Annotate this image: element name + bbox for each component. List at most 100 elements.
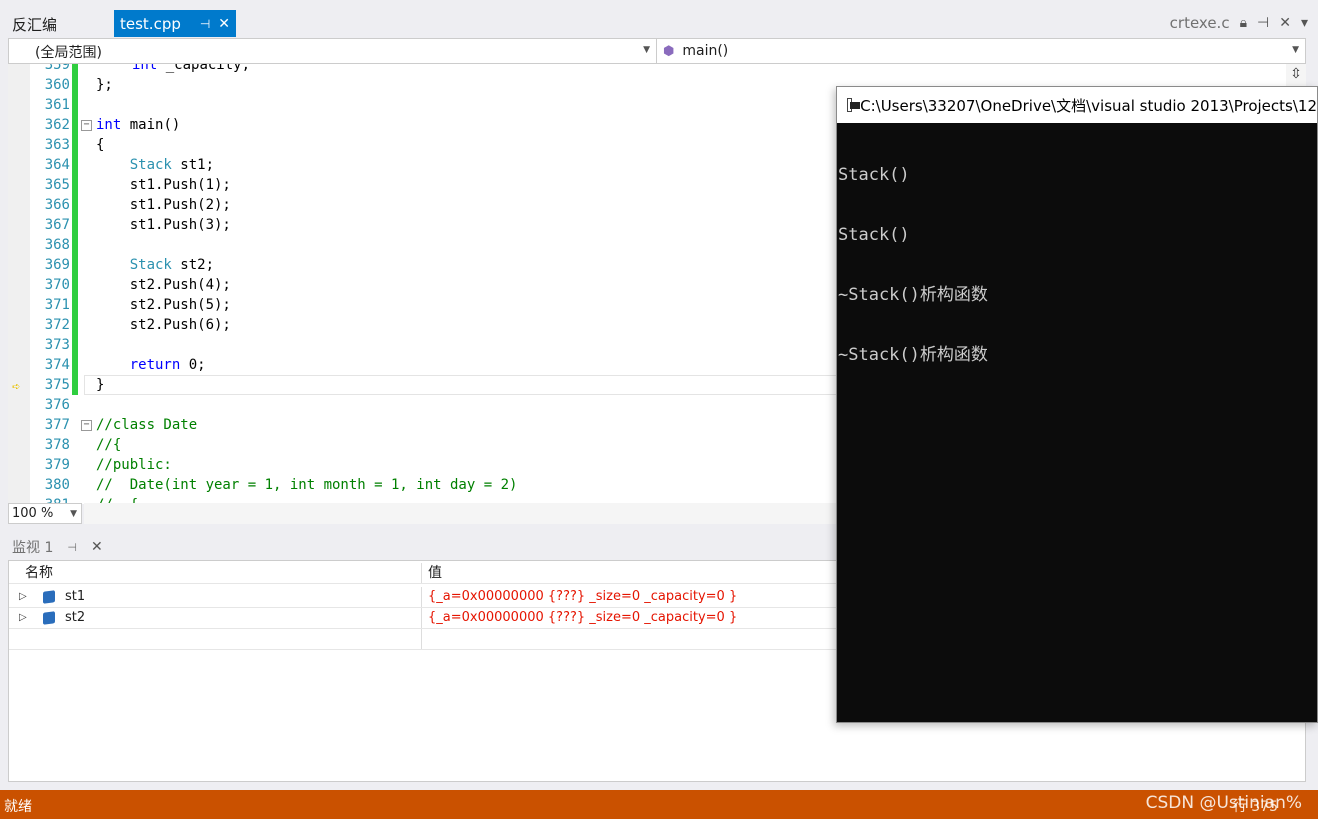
code-text: st2.Push(4);	[96, 277, 231, 293]
line-number: 377	[44, 417, 70, 433]
line-number: 365	[44, 177, 70, 193]
code-text: st2.Push(5);	[96, 297, 231, 313]
line-number: 359	[44, 64, 70, 73]
code-text: int _capacity;	[132, 64, 251, 73]
function-dropdown[interactable]: ⬢ main() ▼	[657, 39, 1305, 63]
lock-icon[interactable]: 🔒︎	[1240, 15, 1247, 31]
watermark: CSDN @Ustinian%	[1145, 793, 1302, 813]
console-line: Stack()	[838, 165, 910, 185]
console-window[interactable]: C:\Users\33207\OneDrive\文档\visual studio…	[836, 86, 1318, 723]
change-marker	[72, 175, 78, 195]
document-tab-strip: 反汇编 test.cpp ⊣ ✕ crtexe.c 🔒︎ ⊣ ✕ ▾	[0, 0, 1318, 37]
code-text: st2.Push(6);	[96, 317, 231, 333]
watch-title: 监视 1	[12, 540, 54, 556]
line-number: 380	[44, 477, 70, 493]
pin-icon[interactable]: ⊣	[200, 17, 210, 31]
split-icon[interactable]: ⇳	[1288, 66, 1304, 84]
watch-var-name: st2	[65, 610, 86, 625]
code-text: //{	[96, 437, 122, 453]
change-marker	[72, 95, 78, 115]
zoom-dropdown[interactable]: 100 % ▼	[8, 503, 82, 524]
tab-disassembly[interactable]: 反汇编	[0, 12, 69, 36]
chevron-down-icon: ▼	[1292, 45, 1299, 55]
line-number: 374	[44, 357, 70, 373]
code-text: int main()	[96, 117, 181, 133]
zoom-value: 100 %	[12, 506, 54, 521]
line-number: 379	[44, 457, 70, 473]
line-number: 375	[44, 377, 70, 393]
line-number: 364	[44, 157, 70, 173]
pin-icon[interactable]: ⊣	[1257, 15, 1269, 31]
change-marker	[72, 355, 78, 375]
watch-var-value: {_a=0x00000000 {???} _size=0 _capacity=0…	[421, 587, 737, 607]
code-text: Stack st2;	[129, 257, 215, 273]
code-text: return 0;	[129, 357, 206, 373]
status-bar: 就绪 行 375 CSDN @Ustinian%	[0, 790, 1318, 819]
method-cube-icon: ⬢	[663, 43, 675, 59]
line-number: 360	[44, 77, 70, 93]
code-line[interactable]: 359 int _capacity;	[8, 64, 1298, 75]
close-icon[interactable]: ✕	[1279, 15, 1291, 31]
console-title-bar[interactable]: C:\Users\33207\OneDrive\文档\visual studio…	[837, 87, 1317, 123]
line-number: 369	[44, 257, 70, 273]
line-number: 367	[44, 217, 70, 233]
collapse-icon[interactable]: −	[81, 420, 92, 431]
line-number: 368	[44, 237, 70, 253]
chevron-down-icon: ▼	[643, 45, 650, 55]
change-marker	[72, 215, 78, 235]
line-number: 376	[44, 397, 70, 413]
code-text: st1.Push(1);	[96, 177, 231, 193]
scope-dropdown[interactable]: (全局范围) ▼	[9, 39, 657, 63]
change-marker	[72, 75, 78, 95]
column-header-value[interactable]: 值	[421, 563, 442, 583]
line-number: 378	[44, 437, 70, 453]
chevron-down-icon[interactable]: ▾	[1301, 15, 1308, 31]
line-number: 363	[44, 137, 70, 153]
expand-triangle-icon[interactable]: ▷	[19, 608, 27, 628]
code-text: }	[96, 377, 105, 393]
console-output: Stack() Stack() ~Stack()析构函数 ~Stack()析构函…	[837, 123, 1317, 407]
line-number: 361	[44, 97, 70, 113]
watch-var-value: {_a=0x00000000 {???} _size=0 _capacity=0…	[421, 608, 737, 628]
change-marker	[72, 275, 78, 295]
tab-test-cpp[interactable]: test.cpp ⊣ ✕	[114, 10, 236, 37]
console-title: C:\Users\33207\OneDrive\文档\visual studio…	[860, 96, 1317, 115]
line-number: 372	[44, 317, 70, 333]
collapse-icon[interactable]: −	[81, 120, 92, 131]
pin-icon[interactable]: ⊣	[67, 541, 77, 554]
line-number: 370	[44, 277, 70, 293]
function-value: main()	[682, 43, 729, 59]
change-marker	[72, 195, 78, 215]
change-marker	[72, 235, 78, 255]
watch-var-name: st1	[65, 589, 86, 604]
console-line: ~Stack()析构函数	[838, 345, 988, 365]
expand-triangle-icon[interactable]: ▷	[19, 587, 27, 607]
chevron-down-icon: ▼	[70, 509, 77, 519]
change-marker	[72, 64, 78, 75]
close-icon[interactable]: ✕	[91, 539, 103, 555]
change-marker	[72, 295, 78, 315]
code-text: //public:	[96, 457, 172, 473]
object-icon	[43, 590, 55, 604]
change-marker	[72, 135, 78, 155]
navigation-bar: (全局范围) ▼ ⬢ main() ▼	[8, 38, 1306, 64]
change-marker	[72, 255, 78, 275]
column-header-name[interactable]: 名称	[25, 563, 425, 583]
code-text: };	[96, 77, 113, 93]
tab-label: test.cpp	[120, 14, 181, 33]
code-text: //class Date	[96, 417, 198, 433]
code-text: {	[96, 137, 105, 153]
tab-crtexe[interactable]: crtexe.c	[1170, 14, 1230, 32]
line-number: 373	[44, 337, 70, 353]
change-marker	[72, 375, 78, 395]
status-text: 就绪	[4, 799, 32, 815]
code-text: st1.Push(3);	[96, 217, 231, 233]
change-marker	[72, 335, 78, 355]
code-text: st1.Push(2);	[96, 197, 231, 213]
execution-pointer-icon: ➪	[12, 379, 21, 395]
close-icon[interactable]: ✕	[218, 16, 230, 32]
scope-value: (全局范围)	[35, 45, 102, 61]
line-number: 362	[44, 117, 70, 133]
tab-overflow-area: crtexe.c 🔒︎ ⊣ ✕ ▾	[1170, 14, 1308, 32]
watch-empty-value	[421, 629, 428, 649]
